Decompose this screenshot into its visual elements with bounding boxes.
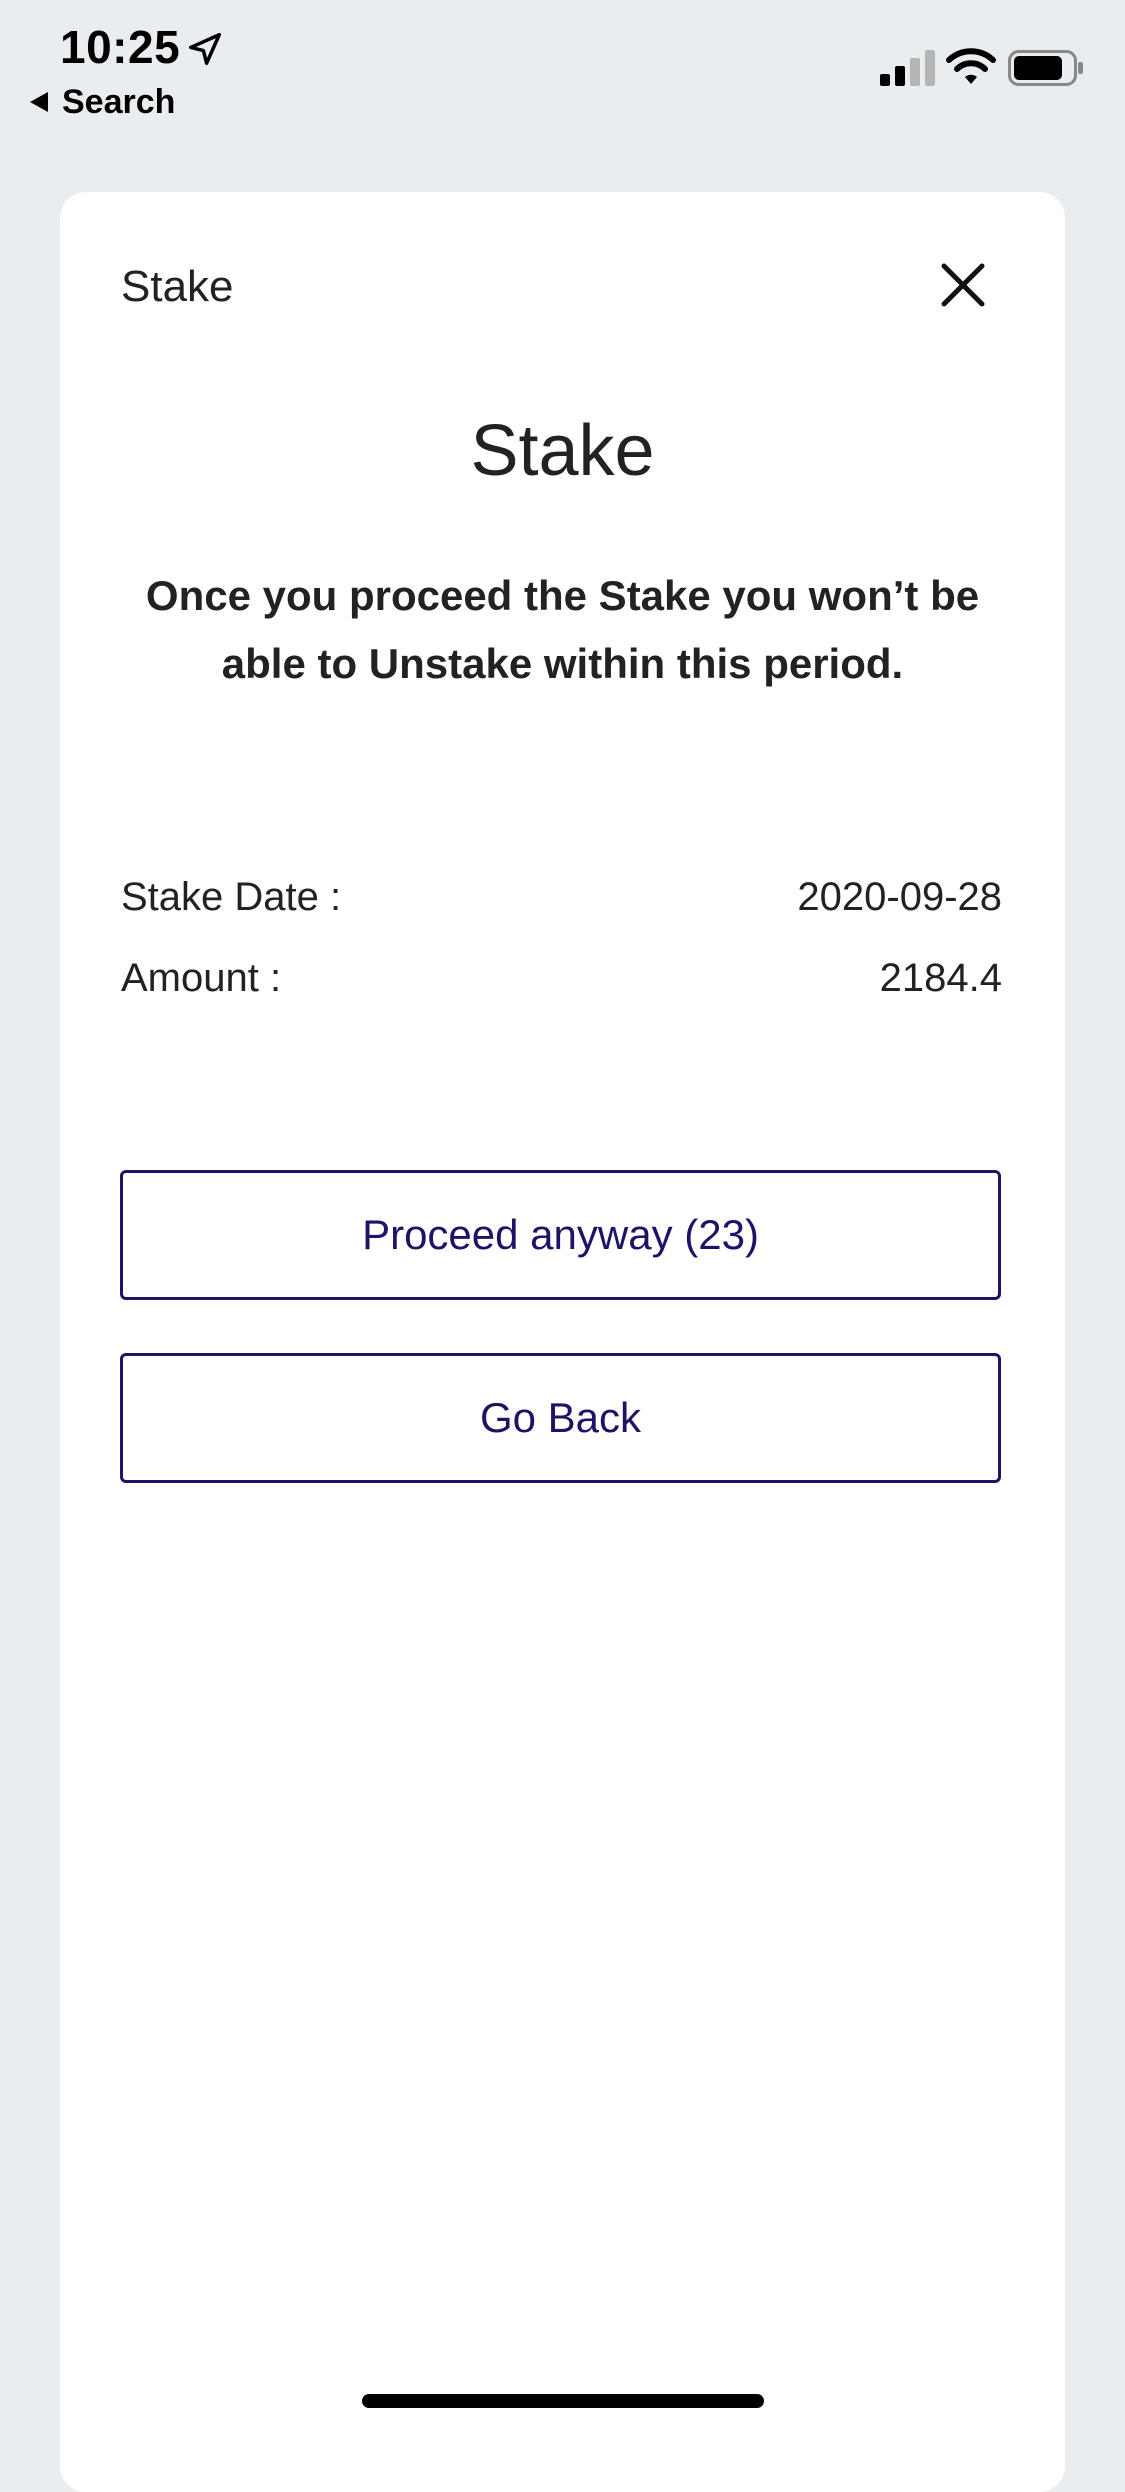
stake-sheet: Stake Stake Once you proceed the Stake y… [60, 192, 1065, 2492]
close-icon [941, 263, 985, 307]
wifi-icon [946, 48, 996, 84]
close-button[interactable] [930, 252, 996, 318]
sheet-header-title: Stake [121, 262, 234, 311]
proceed-anyway-button[interactable]: Proceed anyway (23) [120, 1170, 1001, 1300]
home-indicator[interactable] [362, 2394, 764, 2408]
amount-label: Amount : [121, 956, 282, 1000]
status-bar: 10:25 Search [0, 0, 1125, 140]
warning-message: Once you proceed the Stake you won’t be … [145, 572, 980, 687]
status-time: 10:25 [60, 21, 181, 73]
back-triangle-icon [30, 92, 48, 112]
back-app-label: Search [62, 82, 176, 121]
back-to-search-button[interactable]: Search [30, 82, 175, 122]
battery-icon [1008, 50, 1083, 86]
stake-date-row: Stake Date : 2020-09-28 [121, 875, 1002, 920]
go-back-button[interactable]: Go Back [120, 1353, 1001, 1483]
cellular-signal-icon [880, 50, 935, 86]
amount-value: 2184.4 [879, 956, 1002, 1000]
stake-date-label: Stake Date : [121, 875, 342, 919]
page-title: Stake [470, 411, 655, 491]
amount-row: Amount : 2184.4 [121, 956, 1002, 1001]
stake-date-value: 2020-09-28 [797, 875, 1002, 919]
location-arrow-icon [189, 33, 221, 65]
